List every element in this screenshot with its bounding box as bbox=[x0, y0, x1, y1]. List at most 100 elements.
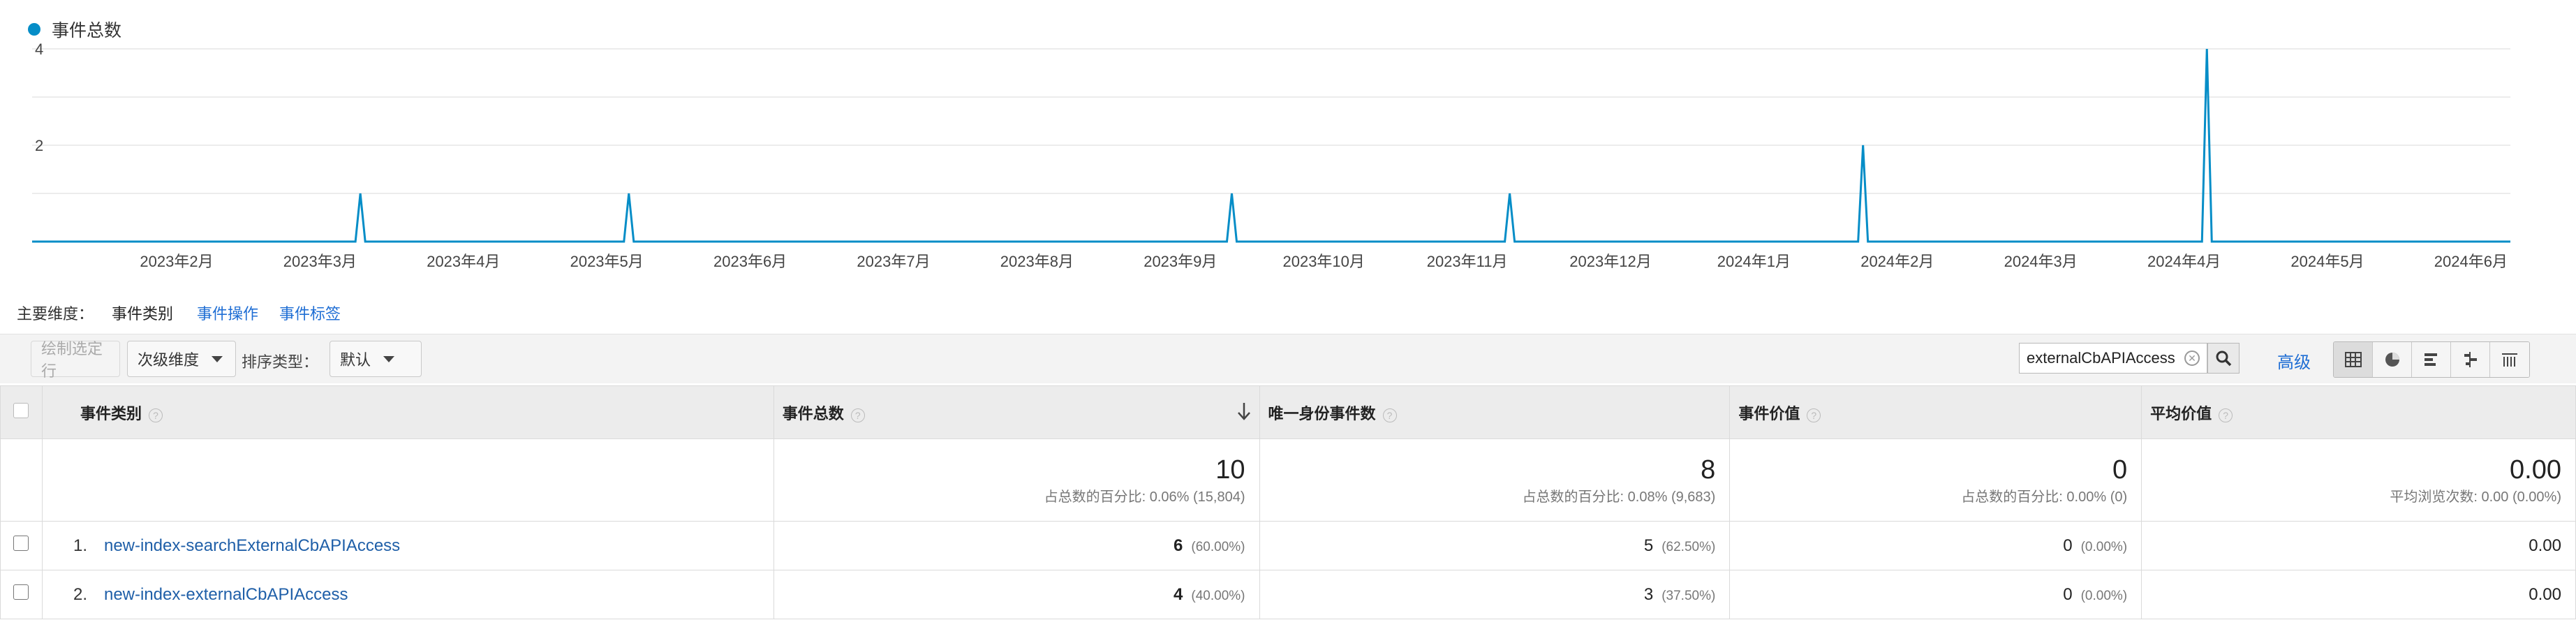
select-all-checkbox[interactable] bbox=[13, 402, 29, 418]
primary-dimension-bar: 主要维度： 事件类别 事件操作 事件标签 bbox=[17, 300, 362, 325]
y-tick-label: 4 bbox=[35, 40, 43, 58]
sort-type-label: 排序类型： bbox=[242, 353, 319, 371]
cell-value: 0 bbox=[2063, 584, 2073, 604]
total-percentage: 占总数的百分比: 0.06% (15,804) bbox=[1044, 489, 1245, 505]
cell-percent: (40.00%) bbox=[1191, 588, 1245, 603]
help-icon[interactable]: ? bbox=[850, 408, 865, 422]
total-value: 8 bbox=[1701, 455, 1716, 485]
row-checkbox[interactable] bbox=[13, 536, 29, 551]
row-checkbox[interactable] bbox=[13, 584, 29, 600]
cell-value: 6 bbox=[1174, 536, 1183, 555]
event-value-cell: 0 (0.00%) bbox=[1729, 570, 2142, 619]
event-value-summary: 0 占总数的百分比: 0.00% (0) bbox=[1729, 438, 2142, 522]
x-tick-label: 2023年8月 bbox=[1000, 253, 1074, 270]
table-row: 1. new-index-searchExternalCbAPIAccess 6 (… bbox=[0, 521, 2576, 570]
totals-row: 10 占总数的百分比: 0.06% (15,804) 8 占总数的百分比: 0.… bbox=[0, 438, 2576, 522]
x-tick-label: 2024年5月 bbox=[2290, 253, 2364, 270]
cell-value: 0.00 bbox=[2529, 584, 2561, 604]
x-tick-label: 2023年7月 bbox=[857, 253, 930, 270]
x-tick-label: 2024年2月 bbox=[1860, 253, 1934, 270]
table-toolbar: 绘制选定行 次级维度 排序类型： 默认 externalCbAPIAccess … bbox=[0, 334, 2576, 383]
chart-legend: 事件总数 bbox=[28, 15, 121, 43]
avg-value-summary: 0.00 平均浏览次数: 0.00 (0.00%) bbox=[2141, 438, 2576, 522]
bar-chart-icon bbox=[2424, 353, 2437, 366]
x-tick-label: 2023年11月 bbox=[1427, 253, 1508, 270]
table-filter-value: externalCbAPIAccess bbox=[2027, 349, 2175, 367]
unique-events-cell: 3 (37.50%) bbox=[1259, 570, 1731, 619]
chevron-down-icon bbox=[383, 355, 395, 362]
chevron-down-icon bbox=[212, 355, 223, 362]
table-row: 2. new-index-externalCbAPIAccess 4 (40.00%… bbox=[0, 570, 2576, 619]
secondary-dimension-dropdown[interactable]: 次级维度 bbox=[127, 341, 236, 377]
x-tick-label: 2023年10月 bbox=[1282, 253, 1364, 270]
comparison-view-button[interactable] bbox=[2451, 342, 2490, 377]
secondary-dimension-label: 次级维度 bbox=[138, 351, 200, 369]
event-chart: 4 2 2023年2月 2023年3月 2023年4月 2023年5月 2023年6月 20… bbox=[32, 40, 2510, 270]
total-value: 0 bbox=[2112, 455, 2128, 485]
cell-value: 0 bbox=[2063, 536, 2073, 555]
legend-label: 事件总数 bbox=[52, 21, 122, 40]
dimension-event-label-link[interactable]: 事件标签 bbox=[279, 302, 341, 324]
sort-type-value: 默认 bbox=[340, 351, 371, 369]
search-button[interactable] bbox=[2207, 343, 2240, 374]
sort-type-dropdown[interactable]: 默认 bbox=[330, 341, 422, 377]
event-value-cell: 0 (0.00%) bbox=[1729, 521, 2142, 570]
avg-value-cell: 0.00 bbox=[2141, 521, 2576, 570]
cell-value: 5 bbox=[1643, 536, 1654, 555]
event-category-link[interactable]: new-index-externalCbAPIAccess bbox=[104, 585, 348, 604]
x-tick-label: 2023年9月 bbox=[1143, 253, 1217, 270]
table-view-button[interactable] bbox=[2334, 342, 2373, 377]
cell-percent: (0.00%) bbox=[2080, 588, 2128, 603]
total-value: 0.00 bbox=[2510, 455, 2561, 485]
help-icon[interactable]: ? bbox=[1382, 408, 1397, 422]
performance-view-button[interactable] bbox=[2412, 342, 2451, 377]
row-rank: 1. bbox=[73, 536, 87, 555]
data-table: 事件类别? 事件总数? 唯一身份事件数? 事件价值? 平均价值? 10 占总数的… bbox=[0, 385, 2576, 619]
clear-icon[interactable]: ✕ bbox=[2184, 351, 2200, 366]
unique-events-cell: 5 (62.50%) bbox=[1259, 521, 1731, 570]
col-header-event-value[interactable]: 事件价值? bbox=[1729, 385, 2142, 439]
help-icon[interactable]: ? bbox=[149, 408, 163, 422]
x-tick-label: 2024年1月 bbox=[1717, 253, 1791, 270]
col-header-total-events[interactable]: 事件总数? bbox=[773, 385, 1260, 439]
total-events-cell: 6 (60.00%) bbox=[773, 521, 1260, 570]
advanced-filter-link[interactable]: 高级 bbox=[2277, 348, 2311, 373]
totals-empty-cell bbox=[0, 438, 43, 522]
x-tick-label: 2023年4月 bbox=[427, 253, 500, 270]
table-filter-input[interactable]: externalCbAPIAccess ✕ bbox=[2019, 343, 2207, 374]
help-icon[interactable]: ? bbox=[1807, 408, 1821, 422]
plot-rows-label: 绘制选定行 bbox=[41, 340, 103, 380]
view-switcher bbox=[2333, 341, 2530, 378]
event-category-link[interactable]: new-index-searchExternalCbAPIAccess bbox=[104, 536, 400, 555]
event-category-cell: 2. new-index-externalCbAPIAccess bbox=[41, 570, 774, 619]
primary-dimension-label: 主要维度： bbox=[17, 305, 94, 323]
pivot-table-icon bbox=[2502, 353, 2517, 367]
pivot-view-button[interactable] bbox=[2490, 342, 2529, 377]
x-tick-label: 2023年5月 bbox=[570, 253, 644, 270]
total-percentage: 占总数的百分比: 0.08% (9,683) bbox=[1522, 489, 1716, 505]
search-icon bbox=[2216, 351, 2232, 367]
unique-events-summary: 8 占总数的百分比: 0.08% (9,683) bbox=[1259, 438, 1731, 522]
series-color-dot bbox=[28, 23, 40, 36]
table-grid-icon bbox=[2344, 352, 2362, 367]
plot-rows-button[interactable]: 绘制选定行 bbox=[31, 340, 120, 380]
cell-percent: (0.00%) bbox=[2080, 539, 2128, 554]
col-header-label: 事件价值 bbox=[1738, 404, 1800, 422]
pie-chart-icon bbox=[2385, 353, 2399, 367]
col-header-label: 平均价值 bbox=[2150, 404, 2212, 422]
help-icon[interactable]: ? bbox=[2219, 408, 2233, 422]
event-category-cell: 1. new-index-searchExternalCbAPIAccess bbox=[41, 521, 774, 570]
select-all-cell bbox=[0, 385, 43, 439]
cell-value: 0.00 bbox=[2529, 536, 2561, 555]
col-header-event-category[interactable]: 事件类别? bbox=[41, 385, 774, 439]
dimension-event-action-link[interactable]: 事件操作 bbox=[197, 302, 258, 324]
col-header-avg-value[interactable]: 平均价值? bbox=[2141, 385, 2576, 439]
x-tick-label: 2024年3月 bbox=[2004, 253, 2078, 270]
pie-view-button[interactable] bbox=[2373, 342, 2412, 377]
total-percentage: 占总数的百分比: 0.00% (0) bbox=[1961, 489, 2128, 505]
cell-percent: (62.50%) bbox=[1661, 539, 1716, 554]
col-header-unique-events[interactable]: 唯一身份事件数? bbox=[1259, 385, 1731, 439]
x-tick-label: 2023年12月 bbox=[1569, 253, 1651, 270]
y-tick-label: 2 bbox=[35, 137, 43, 154]
x-tick-label: 2023年6月 bbox=[713, 253, 787, 270]
